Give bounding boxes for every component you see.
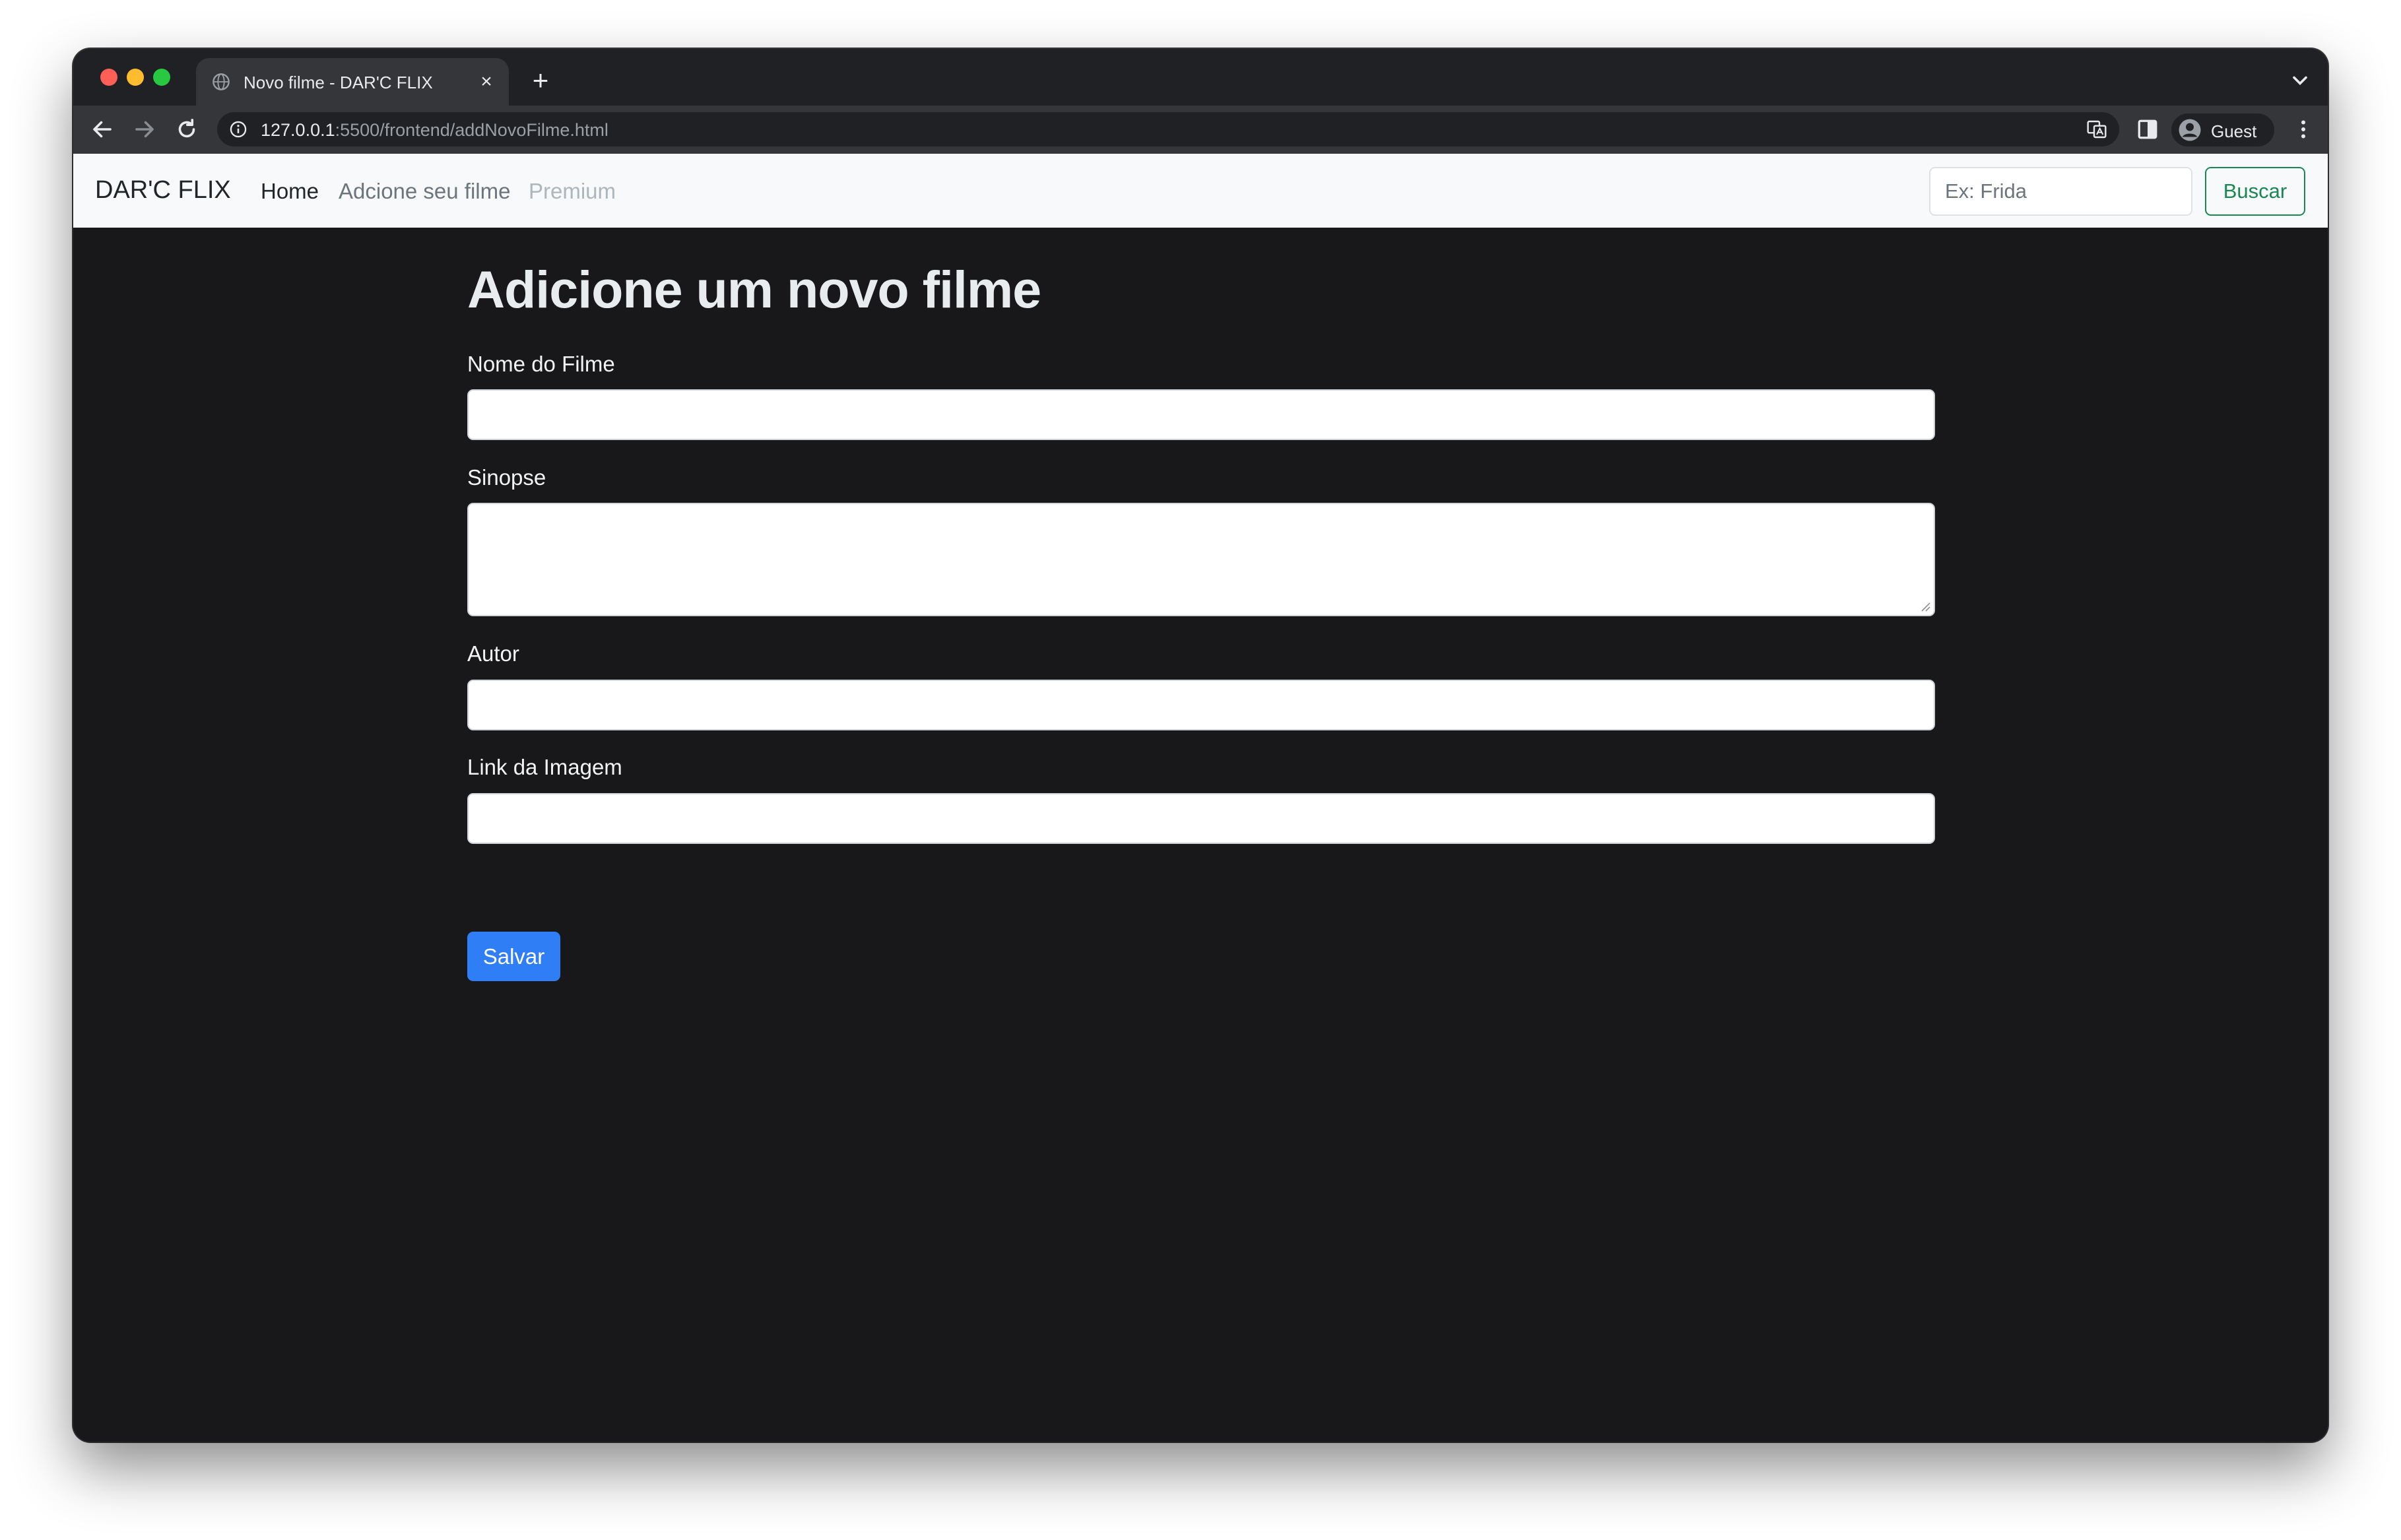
author-input[interactable]: [467, 680, 1935, 730]
new-tab-button[interactable]: +: [526, 66, 555, 95]
avatar-icon: [2179, 119, 2201, 141]
browser-tab[interactable]: Novo filme - DAR'C FLIX ×: [196, 58, 509, 106]
minimize-window-button[interactable]: [127, 69, 144, 86]
synopsis-textarea[interactable]: [467, 503, 1935, 616]
web-page: DAR'C FLIX Home Adcione seu filme Premiu…: [73, 154, 2328, 1442]
maximize-window-button[interactable]: [153, 69, 170, 86]
tab-title: Novo filme - DAR'C FLIX: [244, 73, 433, 92]
tab-strip: Novo filme - DAR'C FLIX × +: [73, 49, 2328, 106]
browser-window: Novo filme - DAR'C FLIX × + 127.0.0.1:55…: [73, 49, 2328, 1442]
kebab-menu-icon[interactable]: [2291, 117, 2315, 141]
url-path: :5500/frontend/addNovoFilme.html: [335, 120, 608, 140]
info-icon[interactable]: [229, 120, 247, 139]
nav-link-premium[interactable]: Premium: [529, 179, 616, 204]
side-panel-icon[interactable]: [2136, 117, 2159, 141]
page-title: Adicione um novo filme: [467, 260, 1041, 319]
reload-icon[interactable]: [175, 117, 199, 141]
site-navbar: DAR'C FLIX Home Adcione seu filme Premiu…: [73, 154, 2328, 228]
profile-label: Guest: [2211, 121, 2257, 141]
search-button[interactable]: Buscar: [2205, 167, 2305, 216]
nav-link-add-movie[interactable]: Adcione seu filme: [339, 179, 510, 204]
save-button[interactable]: Salvar: [467, 932, 560, 981]
movie-name-label: Nome do Filme: [467, 352, 615, 376]
url-text[interactable]: 127.0.0.1:5500/frontend/addNovoFilme.htm…: [261, 120, 608, 141]
resize-grip-icon[interactable]: [1919, 600, 1931, 612]
chevron-down-icon[interactable]: [2288, 69, 2312, 92]
synopsis-label: Sinopse: [467, 465, 546, 490]
search-input[interactable]: [1929, 167, 2192, 216]
tab-close-icon[interactable]: ×: [473, 69, 500, 95]
globe-icon: [213, 73, 230, 90]
image-link-input[interactable]: [467, 793, 1935, 844]
profile-button[interactable]: Guest: [2171, 113, 2274, 146]
browser-toolbar: 127.0.0.1:5500/frontend/addNovoFilme.htm…: [73, 106, 2328, 154]
close-window-button[interactable]: [100, 69, 117, 86]
address-bar[interactable]: 127.0.0.1:5500/frontend/addNovoFilme.htm…: [217, 112, 2119, 146]
author-label: Autor: [467, 641, 519, 666]
movie-name-input[interactable]: [467, 389, 1935, 440]
back-arrow-icon[interactable]: [90, 117, 114, 141]
site-brand[interactable]: DAR'C FLIX: [95, 176, 231, 205]
image-link-label: Link da Imagem: [467, 755, 622, 779]
nav-link-home[interactable]: Home: [261, 179, 319, 204]
forward-arrow-icon[interactable]: [133, 117, 156, 141]
translate-icon[interactable]: [2086, 119, 2107, 140]
url-host: 127.0.0.1: [261, 120, 335, 140]
